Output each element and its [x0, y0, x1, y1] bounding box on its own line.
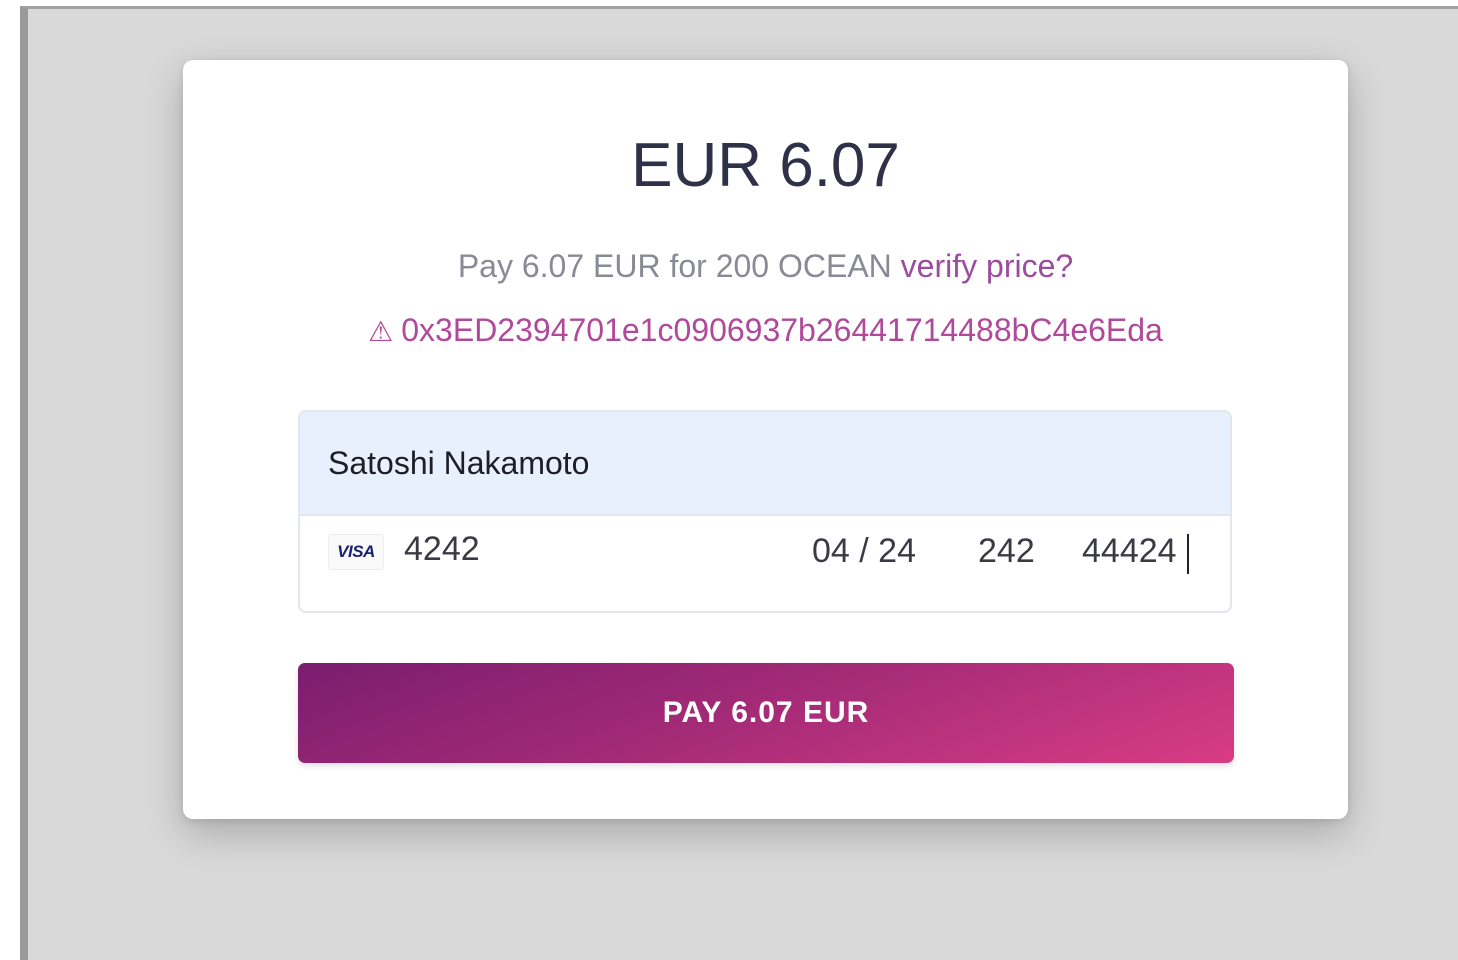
pay-description: Pay 6.07 EUR for 200 OCEAN verify price?	[183, 248, 1348, 285]
expiry-date-field[interactable]: 04 / 24	[812, 532, 916, 571]
verify-price-link[interactable]: verify price?	[901, 248, 1074, 284]
pay-text: Pay 6.07 EUR for 200 OCEAN	[457, 248, 892, 284]
cvc-field[interactable]: 242	[978, 532, 1035, 571]
cardholder-name-field[interactable]: Satoshi Nakamoto	[300, 412, 1230, 516]
zip-code-field[interactable]: 44424	[1082, 532, 1177, 571]
wallet-address-row: ⚠ 0x3ED2394701e1c0906937b26441714488bC4e6…	[183, 312, 1348, 349]
card-number-field[interactable]: 4242	[404, 530, 480, 569]
visa-card-icon: VISA	[328, 534, 384, 570]
card-details-row: VISA 4242 04 / 24 242 44424	[300, 516, 1230, 611]
warning-icon: ⚠	[368, 316, 394, 347]
pay-button[interactable]: PAY 6.07 EUR	[298, 663, 1234, 763]
card-details-form: Satoshi Nakamoto VISA 4242 04 / 24 242 4…	[298, 410, 1232, 613]
text-cursor	[1187, 534, 1189, 574]
wallet-address: 0x3ED2394701e1c0906937b26441714488bC4e6E…	[401, 312, 1163, 348]
amount-title: EUR 6.07	[631, 131, 900, 200]
payment-card: EUR 6.07 Pay 6.07 EUR for 200 OCEAN veri…	[183, 60, 1348, 819]
